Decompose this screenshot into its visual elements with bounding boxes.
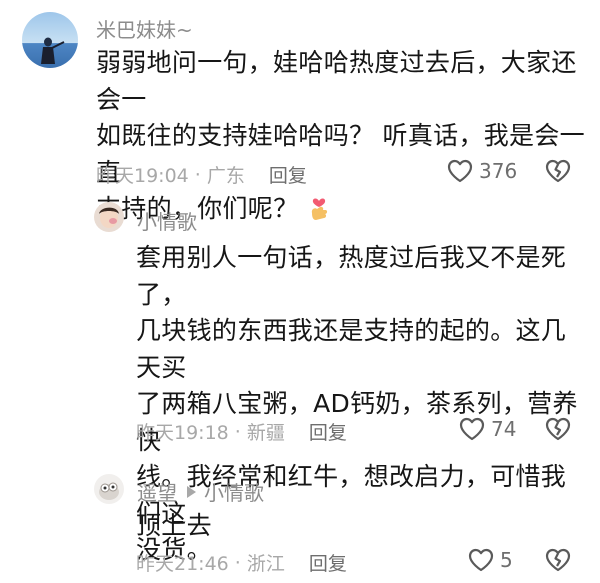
comment-meta: 昨天21:46 · 浙江 回复 xyxy=(136,549,347,576)
dislike-broken-heart-icon[interactable] xyxy=(545,159,571,183)
comment-line: 弱弱地问一句，娃哈哈热度过去后，大家还会一 xyxy=(96,48,577,114)
reply-button[interactable]: 回复 xyxy=(269,161,307,188)
reply-button[interactable]: 回复 xyxy=(309,418,347,445)
comment-text: 弱弱地问一句，娃哈哈热度过去后，大家还会一 如既往的支持娃哈哈吗？ 听真话，我是… xyxy=(96,45,586,228)
finger-heart-icon xyxy=(306,195,332,223)
dislike-broken-heart-icon[interactable] xyxy=(545,548,571,572)
avatar[interactable] xyxy=(94,202,124,232)
dislike-broken-heart-icon[interactable] xyxy=(545,417,571,441)
like-button[interactable]: 376 xyxy=(447,159,517,183)
comment-location: 新疆 xyxy=(246,422,285,444)
comment-line: 顶上去 xyxy=(136,511,212,540)
comment-location: 广东 xyxy=(206,165,245,187)
heart-icon xyxy=(447,159,473,183)
comment-line: 几块钱的东西我还是支持的起的。这几天买 xyxy=(136,316,567,382)
like-count: 5 xyxy=(500,548,513,572)
comment-username[interactable]: 米巴妹妹~ xyxy=(96,14,193,43)
avatar[interactable] xyxy=(94,474,124,504)
avatar[interactable] xyxy=(22,12,78,68)
heart-icon xyxy=(468,548,494,572)
heart-icon xyxy=(459,417,485,441)
comment-username[interactable]: 小情歌 xyxy=(137,206,197,235)
reply-arrow-icon xyxy=(187,485,196,498)
comment-username[interactable]: 遥望 xyxy=(137,477,177,506)
like-count: 376 xyxy=(479,159,518,183)
comment-text: 顶上去 xyxy=(136,508,436,545)
comment-line: 套用别人一句话，热度过后我又不是死了， xyxy=(136,243,567,309)
like-count: 74 xyxy=(491,417,517,441)
comment-time: 昨天21:46 xyxy=(136,553,229,575)
reply-to-username[interactable]: 小情歌 xyxy=(204,477,264,506)
reply-button[interactable]: 回复 xyxy=(309,549,347,576)
comment-meta: 昨天19:04 · 广东 回复 xyxy=(96,161,307,188)
like-button[interactable]: 74 xyxy=(459,417,516,441)
comment-location: 浙江 xyxy=(246,553,285,575)
comment-username-row: 遥望 小情歌 xyxy=(137,477,264,506)
comment-meta: 昨天19:18 · 新疆 回复 xyxy=(136,418,347,445)
comment-time: 昨天19:04 xyxy=(96,165,189,187)
comment-time: 昨天19:18 xyxy=(136,422,229,444)
like-button[interactable]: 5 xyxy=(468,548,513,572)
